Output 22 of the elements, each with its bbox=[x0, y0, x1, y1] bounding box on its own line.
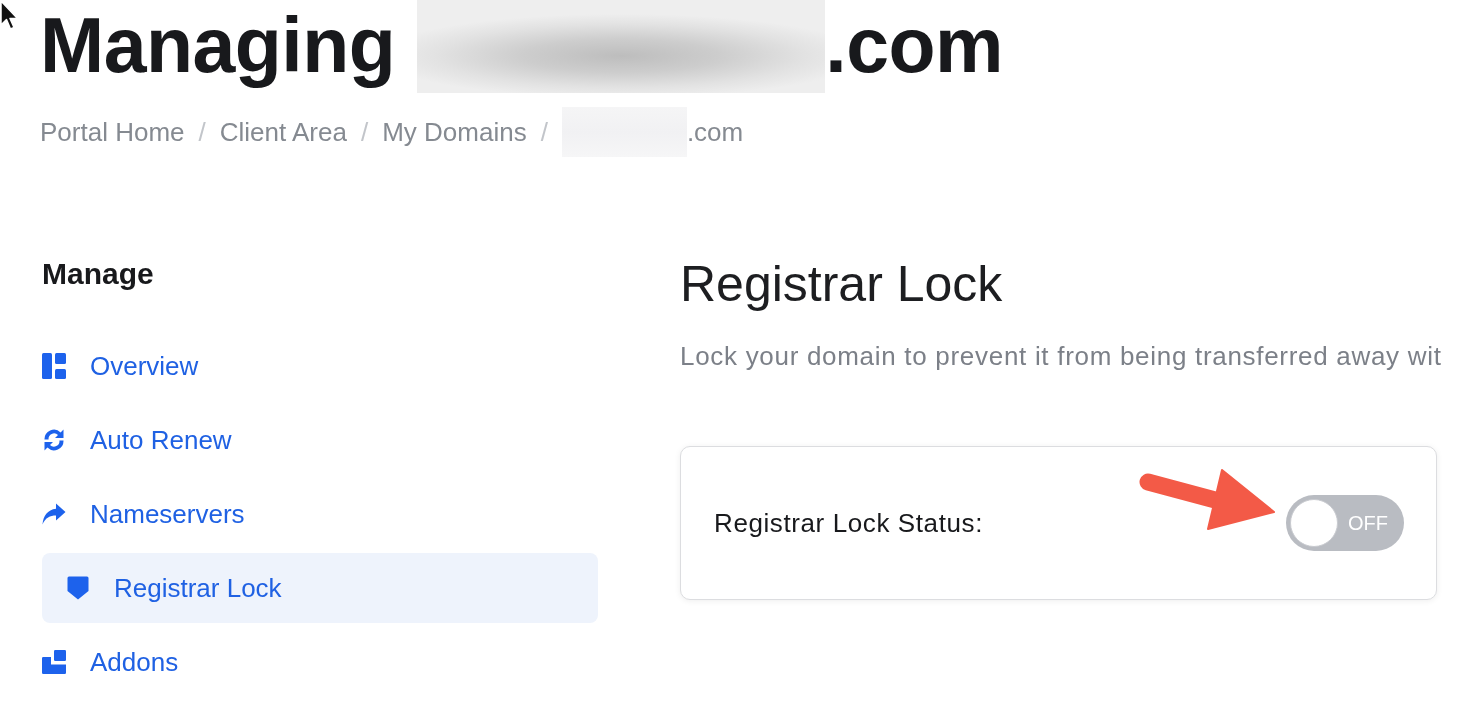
breadcrumb-separator: / bbox=[360, 116, 369, 148]
sync-icon bbox=[42, 428, 66, 452]
sidebar-item[interactable]: Registrar Lock bbox=[42, 553, 598, 623]
shield-icon bbox=[66, 576, 90, 600]
breadcrumb-current: .com bbox=[686, 116, 744, 148]
breadcrumb-link[interactable]: Client Area bbox=[219, 116, 347, 148]
status-label: Registrar Lock Status: bbox=[714, 507, 983, 539]
breadcrumb-link[interactable]: Portal Home bbox=[40, 116, 185, 148]
breadcrumb-separator: / bbox=[540, 116, 548, 148]
sidebar-item[interactable]: Addons bbox=[42, 627, 598, 697]
sidebar-item[interactable]: Overview bbox=[42, 331, 598, 401]
section-heading: Registrar Lock bbox=[680, 255, 1004, 314]
share-arrow-icon bbox=[42, 503, 66, 525]
sidebar-heading: Manage bbox=[42, 256, 155, 292]
sidebar-item[interactable]: Nameservers bbox=[42, 479, 598, 549]
domain-suffix: .com bbox=[825, 7, 1004, 84]
breadcrumb-link[interactable]: My Domains bbox=[382, 116, 527, 148]
addons-icon bbox=[42, 650, 66, 674]
breadcrumb-separator: / bbox=[198, 116, 206, 148]
section-description: Lock your domain to prevent it from being transferred away wit bbox=[680, 341, 1443, 371]
sidebar-item[interactable]: Auto Renew bbox=[42, 405, 598, 475]
dashboard-icon bbox=[42, 353, 66, 379]
